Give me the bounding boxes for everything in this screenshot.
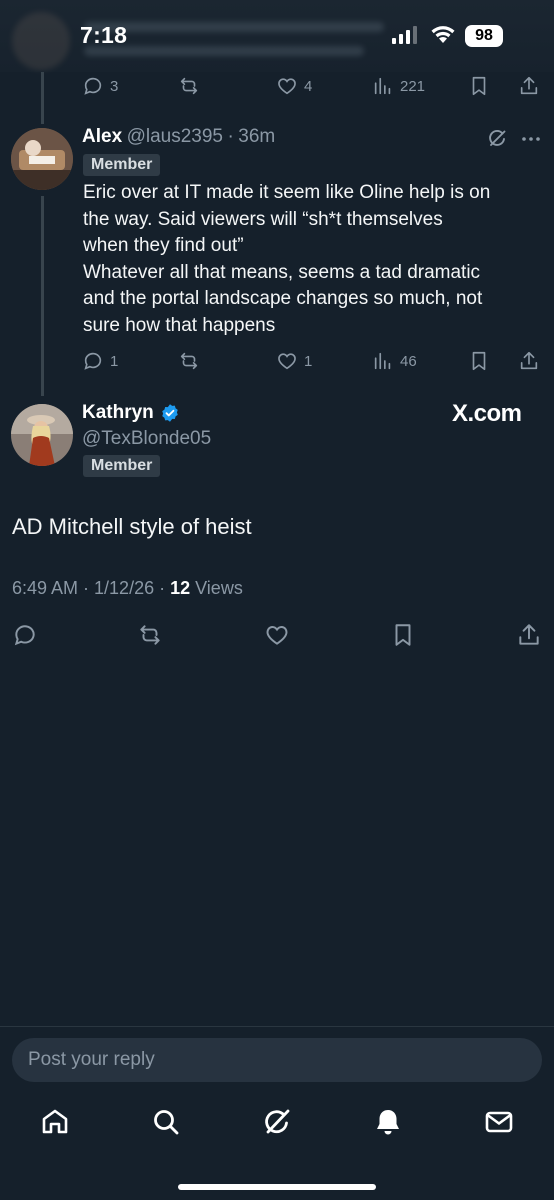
views-count: 12 xyxy=(170,578,191,598)
reply-tweet-actions: 1 1 46 xyxy=(82,346,542,376)
like-icon xyxy=(278,353,296,370)
tweet-line: and the portal landscape changes so much… xyxy=(83,288,483,309)
avatar[interactable] xyxy=(11,404,73,466)
tweet-line: Eric over at IT made it seem like Oline … xyxy=(83,182,491,203)
bookmark-button[interactable] xyxy=(468,71,490,101)
share-icon xyxy=(520,76,538,95)
status-bar: 7:18 98 xyxy=(0,0,554,72)
main-tweet-author: Kathryn xyxy=(82,402,180,424)
verified-icon xyxy=(162,404,178,422)
blurred-text xyxy=(84,22,384,32)
home-indicator xyxy=(178,1184,376,1190)
views-button[interactable]: 221 xyxy=(372,71,425,101)
timestamp[interactable]: 6:49 AM · 1/12/26 · xyxy=(12,578,170,598)
author-name[interactable]: Alex xyxy=(82,126,122,147)
messages-icon[interactable] xyxy=(483,1106,515,1138)
author-name[interactable]: Kathryn xyxy=(82,402,154,424)
member-badge: Member xyxy=(83,455,161,477)
grok-icon[interactable] xyxy=(485,127,509,151)
repost-icon xyxy=(180,352,198,370)
blurred-avatar xyxy=(12,12,70,70)
reply-icon xyxy=(84,352,102,370)
separator: · xyxy=(227,126,234,147)
like-button[interactable]: 4 xyxy=(276,71,312,101)
tweet-line: sure how that happens xyxy=(83,314,276,336)
views-label: Views xyxy=(190,578,243,598)
avatar-image xyxy=(11,128,73,190)
reply-icon[interactable] xyxy=(12,622,38,648)
share-button[interactable] xyxy=(518,71,540,101)
more-icon[interactable] xyxy=(519,127,543,151)
author-handle[interactable]: @TexBlonde05 xyxy=(82,428,211,450)
views-count: 46 xyxy=(400,352,417,370)
views-icon xyxy=(374,352,391,370)
cellular-signal-icon xyxy=(392,26,417,44)
share-icon xyxy=(520,351,538,370)
share-icon[interactable] xyxy=(516,622,542,648)
repost-icon xyxy=(180,77,198,95)
bookmark-button[interactable] xyxy=(468,346,490,376)
reply-input[interactable] xyxy=(12,1038,542,1082)
reply-icon xyxy=(84,77,102,95)
share-button[interactable] xyxy=(518,346,540,376)
views-count: 221 xyxy=(400,77,426,95)
reply-button[interactable]: 3 xyxy=(82,71,118,101)
views-icon xyxy=(374,77,391,95)
repost-button[interactable] xyxy=(178,346,200,376)
like-count: 1 xyxy=(304,352,313,370)
top-tweet-actions: 3 4 221 xyxy=(82,71,542,101)
tweet-line: the way. Said viewers will “sh*t themsel… xyxy=(83,208,443,230)
divider xyxy=(0,1026,554,1027)
home-icon[interactable] xyxy=(39,1106,71,1138)
search-icon[interactable] xyxy=(150,1106,182,1138)
notifications-icon[interactable] xyxy=(372,1106,404,1138)
author-handle[interactable]: @laus2395 xyxy=(127,126,223,147)
like-count: 4 xyxy=(304,77,313,95)
main-tweet-actions xyxy=(12,620,542,650)
grok-icon[interactable] xyxy=(261,1106,293,1138)
bookmark-icon xyxy=(472,76,486,96)
thread-line xyxy=(41,72,44,124)
member-badge: Member xyxy=(83,154,161,176)
thread-line xyxy=(41,196,44,396)
battery-indicator: 98 xyxy=(465,25,503,47)
repost-icon[interactable] xyxy=(137,622,163,648)
reply-button[interactable]: 1 xyxy=(82,346,118,376)
wifi-icon xyxy=(431,26,455,43)
reply-tweet-header: Alex @laus2395 · 36m xyxy=(82,126,275,148)
reply-count: 3 xyxy=(110,77,119,95)
reply-tweet-text: Eric over at IT made it seem like Oline … xyxy=(83,180,490,339)
tweet-metadata: 6:49 AM · 1/12/26 · 12 Views xyxy=(12,578,243,599)
bookmark-icon xyxy=(472,351,486,371)
bookmark-icon[interactable] xyxy=(390,622,416,648)
like-icon xyxy=(278,78,296,95)
status-time: 7:18 xyxy=(80,22,128,48)
time-ago[interactable]: 36m xyxy=(238,126,275,147)
views-button[interactable]: 46 xyxy=(372,346,417,376)
like-button[interactable]: 1 xyxy=(276,346,312,376)
tweet-line: when they find out” xyxy=(83,235,244,256)
avatar-image xyxy=(11,404,73,466)
tweet-line: Whatever all that means, seems a tad dra… xyxy=(83,261,481,283)
xcom-watermark: X.com xyxy=(452,400,522,427)
like-icon[interactable] xyxy=(264,622,290,648)
main-tweet-text: AD Mitchell style of heist xyxy=(12,514,252,539)
reply-count: 1 xyxy=(110,352,119,370)
repost-button[interactable] xyxy=(178,71,200,101)
avatar[interactable] xyxy=(11,128,73,190)
